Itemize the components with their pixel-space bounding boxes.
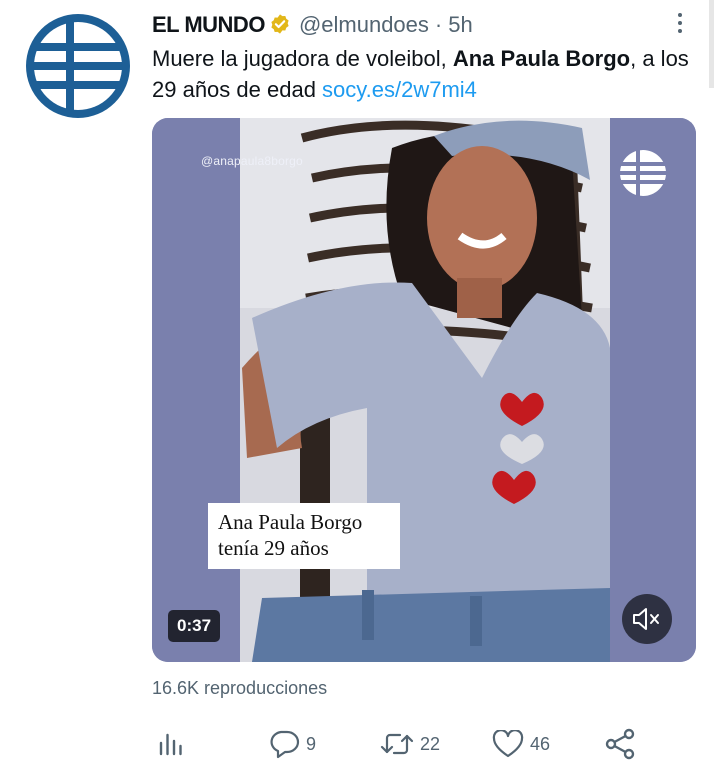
tweet-timestamp[interactable]: 5h xyxy=(448,12,472,37)
like-button[interactable]: 46 xyxy=(492,724,550,764)
reply-bubble-icon xyxy=(270,730,300,759)
tweet-text: Muere la jugadora de voleibol, Ana Paula… xyxy=(152,43,697,105)
view-count: 16.6K reproducciones xyxy=(152,678,328,698)
video-player[interactable]: @anapaula8borgo Ana Paula Borgo tenía 29… xyxy=(152,118,696,662)
tweet-text-bold: Ana Paula Borgo xyxy=(452,46,631,71)
author-avatar[interactable] xyxy=(22,10,134,122)
tweet-header: EL MUNDO @elmundoes · 5h xyxy=(152,10,473,43)
el-mundo-logo-icon xyxy=(618,148,668,198)
like-count: 46 xyxy=(530,733,551,754)
analytics-bars-icon xyxy=(159,733,182,756)
analytics-button[interactable] xyxy=(158,724,184,764)
retweet-icon xyxy=(380,733,414,755)
video-caption: Ana Paula Borgo tenía 29 años xyxy=(208,503,400,569)
reply-count: 9 xyxy=(306,733,317,754)
caption-line: Ana Paula Borgo xyxy=(218,510,363,534)
verified-badge-icon xyxy=(269,13,291,43)
retweet-button[interactable]: 22 xyxy=(380,724,440,764)
reply-button[interactable]: 9 xyxy=(268,724,316,764)
separator-dot: · xyxy=(434,12,443,37)
tweet-link[interactable]: socy.es/2w7mi4 xyxy=(322,77,477,102)
el-mundo-globe-logo-icon xyxy=(26,14,130,118)
video-watermark: @anapaula8borgo xyxy=(201,154,303,168)
tweet-actions: 9 22 46 xyxy=(0,724,714,764)
retweet-count: 22 xyxy=(420,733,441,754)
tweet-text-part: Muere la jugadora de voleibol, xyxy=(152,46,453,71)
video-duration: 0:37 xyxy=(168,610,221,642)
share-button[interactable] xyxy=(604,724,636,764)
scrollbar-track[interactable] xyxy=(709,0,714,88)
heart-icon xyxy=(492,730,524,758)
share-icon xyxy=(605,728,635,760)
author-name[interactable]: EL MUNDO xyxy=(152,12,265,37)
more-options-icon[interactable] xyxy=(668,8,692,38)
video-frame xyxy=(152,118,696,662)
mute-button[interactable] xyxy=(622,594,672,644)
author-handle[interactable]: @elmundoes xyxy=(299,12,429,37)
caption-line: tenía 29 años xyxy=(218,536,329,560)
speaker-muted-icon xyxy=(633,608,659,630)
